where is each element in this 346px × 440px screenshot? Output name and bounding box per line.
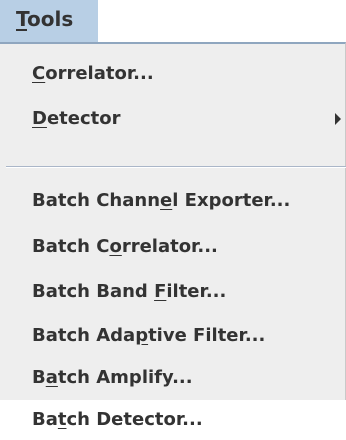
menu-item-correlator-label: Correlator... <box>32 63 154 84</box>
menu-item-batch-correlator[interactable]: Batch Correlator... <box>0 227 345 267</box>
tools-menu[interactable]: Tools <box>0 0 98 42</box>
menu-item-batch-amplify[interactable]: Batch Amplify... <box>0 358 345 398</box>
menu-item-batch-band-filter-label: Batch Band Filter... <box>32 281 227 302</box>
menu-item-batch-band-filter[interactable]: Batch Band Filter... <box>0 272 345 312</box>
menu-item-correlator[interactable]: Correlator... <box>0 54 345 94</box>
menu-item-batch-channel-exporter[interactable]: Batch Channel Exporter... <box>0 181 345 221</box>
menu-item-batch-adaptive-filter-label: Batch Adaptive Filter... <box>32 325 266 346</box>
submenu-arrow-icon <box>335 113 341 125</box>
menu-item-detector[interactable]: Detector <box>0 99 345 139</box>
menu-item-batch-channel-exporter-label: Batch Channel Exporter... <box>32 190 291 211</box>
menu-item-batch-adaptive-filter[interactable]: Batch Adaptive Filter... <box>0 316 345 356</box>
menu-item-batch-detector-label: Batch Detector... <box>32 409 203 430</box>
menu-item-batch-correlator-label: Batch Correlator... <box>32 236 218 257</box>
tools-dropdown-menu: Correlator... Detector Batch Channel Exp… <box>0 42 346 430</box>
menu-item-batch-amplify-label: Batch Amplify... <box>32 367 193 388</box>
menu-item-detector-label: Detector <box>32 108 121 129</box>
menu-separator <box>6 166 346 168</box>
menu-item-batch-detector[interactable]: Batch Detector... <box>0 400 345 440</box>
tools-menu-label: Tools <box>16 7 74 31</box>
